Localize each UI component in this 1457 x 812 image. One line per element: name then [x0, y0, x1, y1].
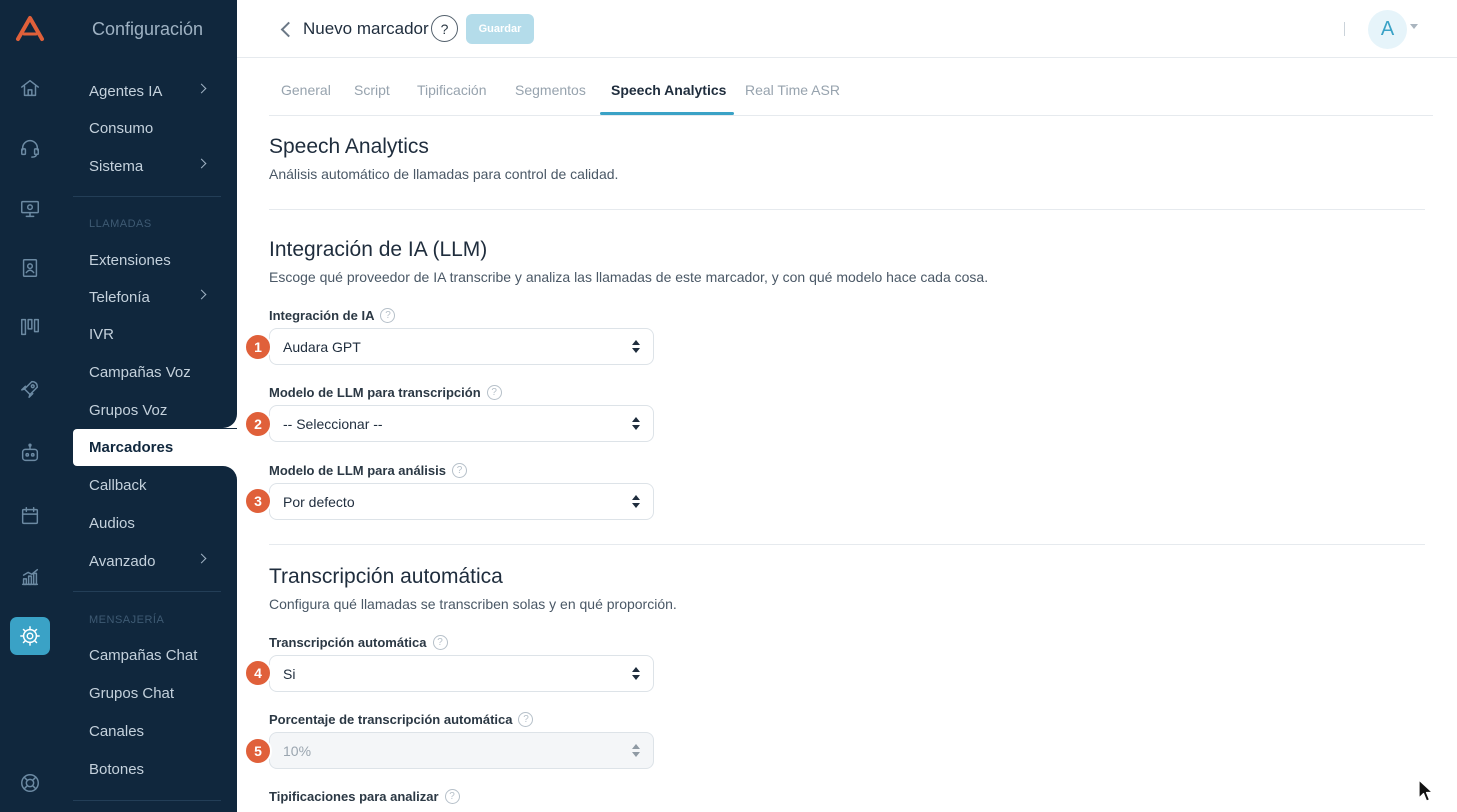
- field-label-transcripcion-automatica: Transcripción automática?: [269, 635, 448, 650]
- step-badge-4: 4: [244, 659, 272, 687]
- sidebar-item-agentes-ia[interactable]: Agentes IA: [73, 73, 237, 109]
- sort-arrows-icon: [632, 417, 640, 431]
- sidebar-item-callback[interactable]: Callback: [73, 467, 237, 503]
- sidebar-item-grupos-voz[interactable]: Grupos Voz: [73, 392, 237, 428]
- sidebar-item-sistema[interactable]: Sistema: [73, 148, 237, 184]
- section-divider: [269, 209, 1425, 210]
- sidebar-item-ivr[interactable]: IVR: [73, 316, 237, 352]
- calendar-icon[interactable]: [17, 503, 43, 529]
- field-label-tipificaciones-analizar: Tipificaciones para analizar?: [269, 789, 460, 804]
- help-button[interactable]: ?: [431, 15, 458, 42]
- sidebar: Configuración Agentes IA Consumo Sistema…: [59, 0, 237, 812]
- app-logo-icon[interactable]: [14, 12, 46, 44]
- question-icon: ?: [440, 20, 449, 37]
- modelo-transcripcion-select[interactable]: -- Seleccionar --: [269, 405, 654, 442]
- sidebar-item-marcadores[interactable]: Marcadores: [73, 429, 237, 466]
- chevron-right-icon: [196, 553, 207, 564]
- sidebar-divider: [73, 591, 221, 592]
- transcription-section-subtitle: Configura qué llamadas se transcriben so…: [269, 596, 677, 612]
- settings-icon[interactable]: [10, 617, 50, 655]
- home-icon[interactable]: [17, 75, 43, 101]
- tab-segmentos[interactable]: Segmentos: [515, 82, 586, 98]
- tab-general[interactable]: General: [281, 82, 331, 98]
- page-subtitle: Análisis automático de llamadas para con…: [269, 166, 619, 182]
- sidebar-item-extensiones[interactable]: Extensiones: [73, 242, 237, 278]
- llm-section-title: Integración de IA (LLM): [269, 238, 488, 261]
- caret-down-icon[interactable]: [1410, 24, 1418, 29]
- sidebar-item-campanas-chat[interactable]: Campañas Chat: [73, 637, 237, 673]
- sidebar-item-telefonia[interactable]: Telefonía: [73, 279, 237, 315]
- step-badge-3: 3: [244, 487, 272, 515]
- sort-arrows-icon: [632, 667, 640, 681]
- support-icon[interactable]: [17, 770, 43, 796]
- sidebar-divider: [73, 196, 221, 197]
- rocket-icon[interactable]: [17, 376, 43, 402]
- help-circle-icon[interactable]: ?: [444, 789, 460, 804]
- icon-rail: [0, 0, 59, 812]
- page-title: Speech Analytics: [269, 135, 429, 158]
- help-circle-icon[interactable]: ?: [432, 635, 448, 650]
- integracion-ia-select[interactable]: Audara GPT: [269, 328, 654, 365]
- tab-script[interactable]: Script: [354, 82, 390, 98]
- section-divider: [269, 544, 1425, 545]
- tab-tipificacion[interactable]: Tipificación: [417, 82, 487, 98]
- contacts-icon[interactable]: [17, 255, 43, 281]
- sidebar-item-canales[interactable]: Canales: [73, 713, 237, 749]
- page-header-title: Nuevo marcador: [303, 19, 429, 38]
- chevron-right-icon: [196, 158, 207, 169]
- modelo-analisis-select[interactable]: Por defecto: [269, 483, 654, 520]
- step-badge-2: 2: [244, 410, 272, 438]
- section-label-llamadas: LLAMADAS: [89, 218, 152, 230]
- tab-real-time-asr[interactable]: Real Time ASR: [745, 82, 840, 98]
- field-label-porcentaje-transcripcion: Porcentaje de transcripción automática?: [269, 712, 534, 727]
- step-badge-1: 1: [244, 333, 272, 361]
- sidebar-item-consumo[interactable]: Consumo: [73, 110, 237, 146]
- sort-arrows-icon: [632, 340, 640, 354]
- back-arrow-icon[interactable]: [277, 19, 295, 39]
- help-circle-icon[interactable]: ?: [380, 308, 396, 323]
- field-label-modelo-transcripcion: Modelo de LLM para transcripción?: [269, 385, 502, 400]
- sidebar-item-audios[interactable]: Audios: [73, 505, 237, 541]
- field-label-integracion-ia: Integración de IA?: [269, 308, 396, 323]
- top-header: Nuevo marcador ? Guardar A: [237, 0, 1457, 58]
- sidebar-item-campanas-voz[interactable]: Campañas Voz: [73, 354, 237, 390]
- analytics-icon[interactable]: [17, 564, 43, 590]
- active-tab-indicator: [600, 112, 734, 115]
- avatar[interactable]: A: [1368, 10, 1407, 49]
- header-separator: [1344, 22, 1345, 36]
- monitor-icon[interactable]: [17, 196, 43, 222]
- mouse-cursor-icon: [1418, 779, 1434, 802]
- sidebar-item-botones[interactable]: Botones: [73, 751, 237, 787]
- section-label-mensajeria: MENSAJERÍA: [89, 614, 165, 626]
- chevron-right-icon: [196, 83, 207, 94]
- sidebar-divider: [73, 800, 221, 801]
- help-circle-icon[interactable]: ?: [451, 463, 467, 478]
- transcription-section-title: Transcripción automática: [269, 565, 503, 588]
- sort-arrows-icon: [632, 744, 640, 758]
- tab-speech-analytics[interactable]: Speech Analytics: [611, 82, 726, 98]
- headset-icon[interactable]: [17, 135, 43, 161]
- sidebar-item-grupos-chat[interactable]: Grupos Chat: [73, 675, 237, 711]
- tab-bar: General Script Tipificación Segmentos Sp…: [269, 70, 1433, 116]
- porcentaje-transcripcion-select: 10%: [269, 732, 654, 769]
- robot-icon[interactable]: [17, 440, 43, 466]
- transcripcion-automatica-select[interactable]: Si: [269, 655, 654, 692]
- save-button[interactable]: Guardar: [466, 14, 534, 44]
- llm-section-subtitle: Escoge qué proveedor de IA transcribe y …: [269, 269, 989, 285]
- help-circle-icon[interactable]: ?: [486, 385, 502, 400]
- columns-icon[interactable]: [17, 314, 43, 340]
- sort-arrows-icon: [632, 495, 640, 509]
- step-badge-5: 5: [244, 737, 272, 765]
- chevron-right-icon: [196, 289, 207, 300]
- sidebar-title: Configuración: [92, 19, 204, 39]
- field-label-modelo-analisis: Modelo de LLM para análisis?: [269, 463, 467, 478]
- sidebar-item-avanzado[interactable]: Avanzado: [73, 543, 237, 579]
- help-circle-icon[interactable]: ?: [518, 712, 534, 727]
